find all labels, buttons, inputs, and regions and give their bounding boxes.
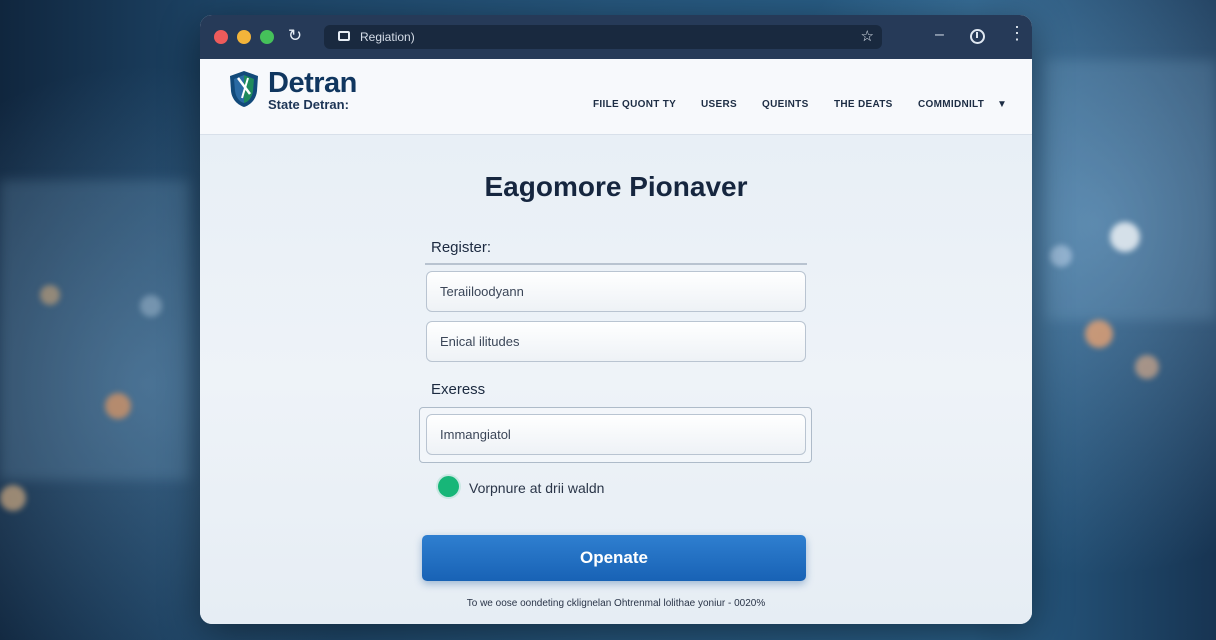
express-field[interactable] (426, 414, 806, 455)
page-icon (338, 31, 350, 41)
nav-link-1[interactable]: FIILE QUONT TY (593, 99, 676, 110)
footnote-text: To we oose oondeting cklignelan Ohtrenma… (466, 598, 766, 609)
site-logo-subtitle: State Detran: (268, 97, 349, 112)
register-field-1[interactable] (426, 271, 806, 312)
star-icon[interactable]: ☆ (861, 27, 874, 45)
maximize-window-button[interactable] (260, 30, 274, 44)
minimize-icon[interactable]: – (935, 26, 944, 44)
reload-icon[interactable]: ↻ (284, 25, 306, 47)
nav-link-4[interactable]: THE DEATS (834, 99, 893, 110)
address-bar[interactable]: Regiation) ☆ (324, 25, 882, 49)
minimize-window-button[interactable] (237, 30, 251, 44)
nav-link-3[interactable]: QUEINTS (762, 99, 809, 110)
register-label: Register: (431, 239, 492, 256)
site-header: Detran State Detran: FIILE QUONT TY USER… (200, 59, 1032, 135)
divider (425, 263, 807, 265)
site-logo-title[interactable]: Detran (268, 67, 357, 100)
more-icon[interactable]: ⋮ (1008, 24, 1026, 42)
nav-link-users[interactable]: USERS (701, 99, 737, 110)
nav-link-5[interactable]: COMMIDNILT (918, 99, 984, 110)
register-field-2[interactable] (426, 321, 806, 362)
address-text: Regiation) (360, 30, 415, 44)
browser-window: ↻ Regiation) ☆ – ⋮ Detran State Detran: … (200, 15, 1032, 624)
chevron-down-icon[interactable]: ▼ (997, 99, 1007, 110)
submit-button[interactable]: Openate (422, 535, 806, 581)
option-radio[interactable] (438, 476, 459, 497)
page-title: Eagomore Pionaver (484, 171, 748, 202)
history-icon[interactable] (970, 29, 985, 44)
registration-form: Eagomore Pionaver Register: Exeress Vorp… (200, 135, 1032, 624)
browser-titlebar: ↻ Regiation) ☆ – ⋮ (200, 15, 1032, 59)
close-window-button[interactable] (214, 30, 228, 44)
option-label: Vorpnure at drii waldn (469, 480, 605, 496)
shield-logo-icon (230, 71, 258, 107)
express-label: Exeress (431, 381, 486, 398)
